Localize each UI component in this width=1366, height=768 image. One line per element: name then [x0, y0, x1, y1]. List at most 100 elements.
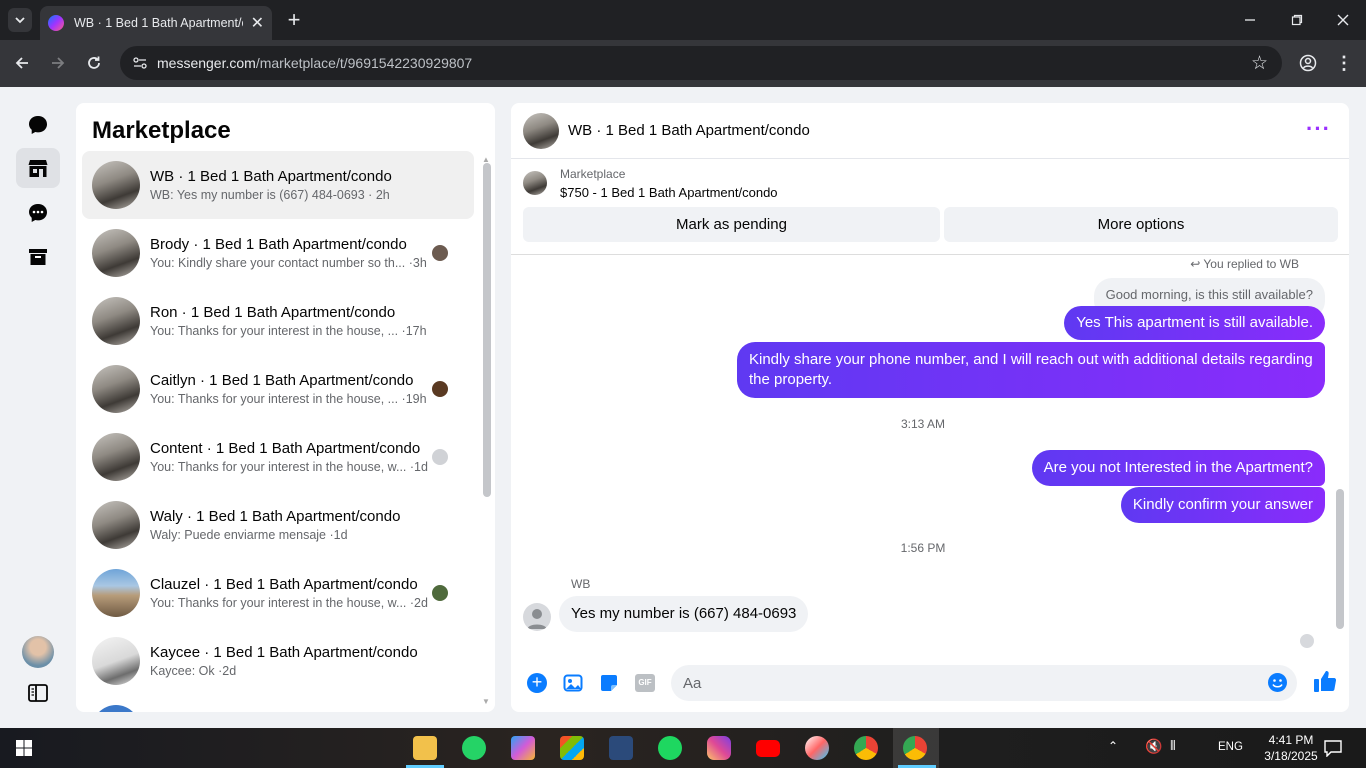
more-options-icon[interactable]: ···: [1306, 118, 1331, 140]
message-input[interactable]: Aa: [671, 665, 1297, 701]
volume-muted-icon[interactable]: 🔇: [1145, 738, 1162, 755]
photo-icon: [563, 674, 583, 692]
rail-chats[interactable]: [16, 105, 60, 145]
close-icon: [1337, 14, 1349, 26]
chat-row-kaycee[interactable]: Kaycee · 1 Bed 1 Bath Apartment/condo Kay…: [82, 627, 474, 695]
reload-button[interactable]: [82, 51, 106, 75]
chat-row-wb[interactable]: WB · 1 Bed 1 Bath Apartment/condo WB: Yes…: [82, 151, 474, 219]
site-info-icon[interactable]: [132, 55, 148, 71]
photoshop-icon[interactable]: [609, 736, 633, 760]
conversation-title[interactable]: WB · 1 Bed 1 Bath Apartment/condo: [568, 122, 810, 139]
conversation-avatar[interactable]: [523, 112, 559, 149]
browser-tab[interactable]: WB · 1 Bed 1 Bath Apartment/condo ✕: [40, 6, 272, 40]
whatsapp-icon[interactable]: [462, 736, 486, 760]
listing-title[interactable]: $750 - 1 Bed 1 Bath Apartment/condo: [560, 185, 778, 200]
profile-button[interactable]: [1296, 51, 1320, 75]
screen: { "browser": { "tab_title": "WB · 1 Bed …: [0, 0, 1366, 768]
chat-preview: You: Thanks for your interest in the hou…: [150, 324, 399, 338]
more-options-button[interactable]: More options: [944, 207, 1338, 242]
listing-thumbnail: [92, 705, 140, 712]
chat-preview: Kaycee: Ok: [150, 664, 215, 678]
minimize-button[interactable]: [1236, 8, 1264, 32]
more-actions-button[interactable]: +: [527, 673, 547, 693]
listing-thumbnail-small: [523, 171, 547, 195]
chat-name: Brody · 1 Bed 1 Bath Apartment/condo: [150, 236, 407, 253]
mark-as-pending-button[interactable]: Mark as pending: [523, 207, 940, 242]
rail-marketplace[interactable]: [16, 148, 60, 188]
listing-thumbnail: [92, 569, 140, 617]
chat-preview: WB: Yes my number is (667) 484-0693: [150, 188, 365, 202]
like-button[interactable]: [1313, 669, 1337, 698]
new-tab-button[interactable]: +: [282, 7, 306, 32]
clock-date: 3/18/2025: [1264, 749, 1318, 763]
rail-archive[interactable]: [16, 237, 60, 277]
minimize-icon: [1245, 19, 1255, 21]
chat-time: 17h: [405, 324, 427, 338]
address-bar[interactable]: messenger.com/marketplace/t/969154223092…: [120, 46, 1282, 80]
listing-thumbnail: [92, 365, 140, 413]
network-icon[interactable]: ⦀: [1170, 738, 1176, 754]
bookmark-star-icon[interactable]: ☆: [1251, 52, 1268, 75]
close-tab-icon[interactable]: ✕: [251, 13, 264, 33]
back-button[interactable]: [10, 51, 34, 75]
file-explorer-icon[interactable]: [413, 736, 437, 760]
close-window-button[interactable]: [1329, 8, 1357, 32]
timestamp: 1:56 PM: [900, 541, 946, 555]
chat-preview: You: Kindly share your contact number so…: [150, 256, 406, 270]
timestamp: 3:13 AM: [900, 417, 946, 431]
emoji-icon[interactable]: [1268, 673, 1287, 692]
chat-list-scrollbar[interactable]: [483, 163, 491, 497]
received-message: Yes my number is (667) 484-0693: [559, 596, 809, 632]
start-button[interactable]: [16, 740, 32, 756]
paint-icon[interactable]: [805, 736, 829, 760]
notifications-button[interactable]: [1324, 739, 1342, 762]
copilot-icon[interactable]: [511, 736, 535, 760]
conversation-panel: WB · 1 Bed 1 Bath Apartment/condo ··· Ma…: [511, 103, 1349, 712]
browser-toolbar: messenger.com/marketplace/t/969154223092…: [0, 40, 1366, 87]
chrome-profile-icon[interactable]: [903, 736, 927, 760]
profile-icon: [1299, 54, 1317, 72]
youtube-icon[interactable]: [756, 740, 780, 757]
sent-message: Are you not Interested in the Apartment?: [1031, 450, 1325, 486]
arrow-right-icon: [52, 57, 65, 69]
gif-button[interactable]: GIF: [635, 674, 655, 692]
conversation-scrollbar[interactable]: [1336, 489, 1344, 629]
scroll-down-arrow[interactable]: ▼: [482, 697, 490, 706]
chat-name: Ron · 1 Bed 1 Bath Apartment/condo: [150, 304, 396, 321]
attach-photo-button[interactable]: [563, 673, 583, 698]
sidebar-toggle-icon: [28, 684, 48, 702]
clock[interactable]: 4:41 PM 3/18/2025: [1255, 732, 1327, 764]
forward-button[interactable]: [46, 51, 70, 75]
spotify-icon[interactable]: [658, 736, 682, 760]
user-avatar[interactable]: [22, 636, 54, 668]
toggle-sidebar-button[interactable]: [16, 673, 60, 713]
menu-button[interactable]: ⋮: [1332, 51, 1356, 75]
tab-search-button[interactable]: [8, 8, 32, 32]
microsoft-store-icon[interactable]: [560, 736, 584, 760]
chat-row-caitlyn[interactable]: Caitlyn · 1 Bed 1 Bath Apartment/condo Yo…: [82, 355, 474, 423]
chat-row-waly[interactable]: Waly · 1 Bed 1 Bath Apartment/condo Waly:…: [82, 491, 474, 559]
sticker-icon: [601, 675, 617, 691]
chat-row-brody[interactable]: Brody · 1 Bed 1 Bath Apartment/condo You:…: [82, 219, 474, 287]
restore-button[interactable]: [1283, 8, 1311, 32]
url-path: /marketplace/t/9691542230929807: [255, 55, 473, 71]
chat-name: Clauzel · 1 Bed 1 Bath Apartment/condo: [150, 576, 418, 593]
chrome-icon[interactable]: [854, 736, 878, 760]
sent-message: Kindly confirm your answer: [1120, 487, 1325, 523]
default-avatar-icon: [527, 609, 547, 629]
marketplace-store-icon: [28, 160, 48, 177]
clock-time: 4:41 PM: [1268, 733, 1314, 747]
chat-preview: Waly: Puede enviarme mensaje: [150, 528, 327, 542]
language-indicator[interactable]: ENG: [1218, 741, 1243, 753]
chat-time: 19h: [405, 392, 427, 406]
chat-row-content[interactable]: Content · 1 Bed 1 Bath Apartment/condo Yo…: [82, 423, 474, 491]
left-rail: [0, 87, 76, 728]
instagram-icon[interactable]: [707, 736, 731, 760]
chat-row-ron[interactable]: Ron · 1 Bed 1 Bath Apartment/condo You: T…: [82, 287, 474, 355]
archive-icon: [29, 249, 47, 265]
tray-expand-icon[interactable]: ⌃: [1108, 739, 1118, 753]
rail-requests[interactable]: [16, 193, 60, 233]
chat-row-clauzel[interactable]: Clauzel · 1 Bed 1 Bath Apartment/condo Yo…: [82, 559, 474, 627]
chat-time: 2d: [414, 596, 428, 610]
sticker-button[interactable]: [599, 673, 619, 698]
